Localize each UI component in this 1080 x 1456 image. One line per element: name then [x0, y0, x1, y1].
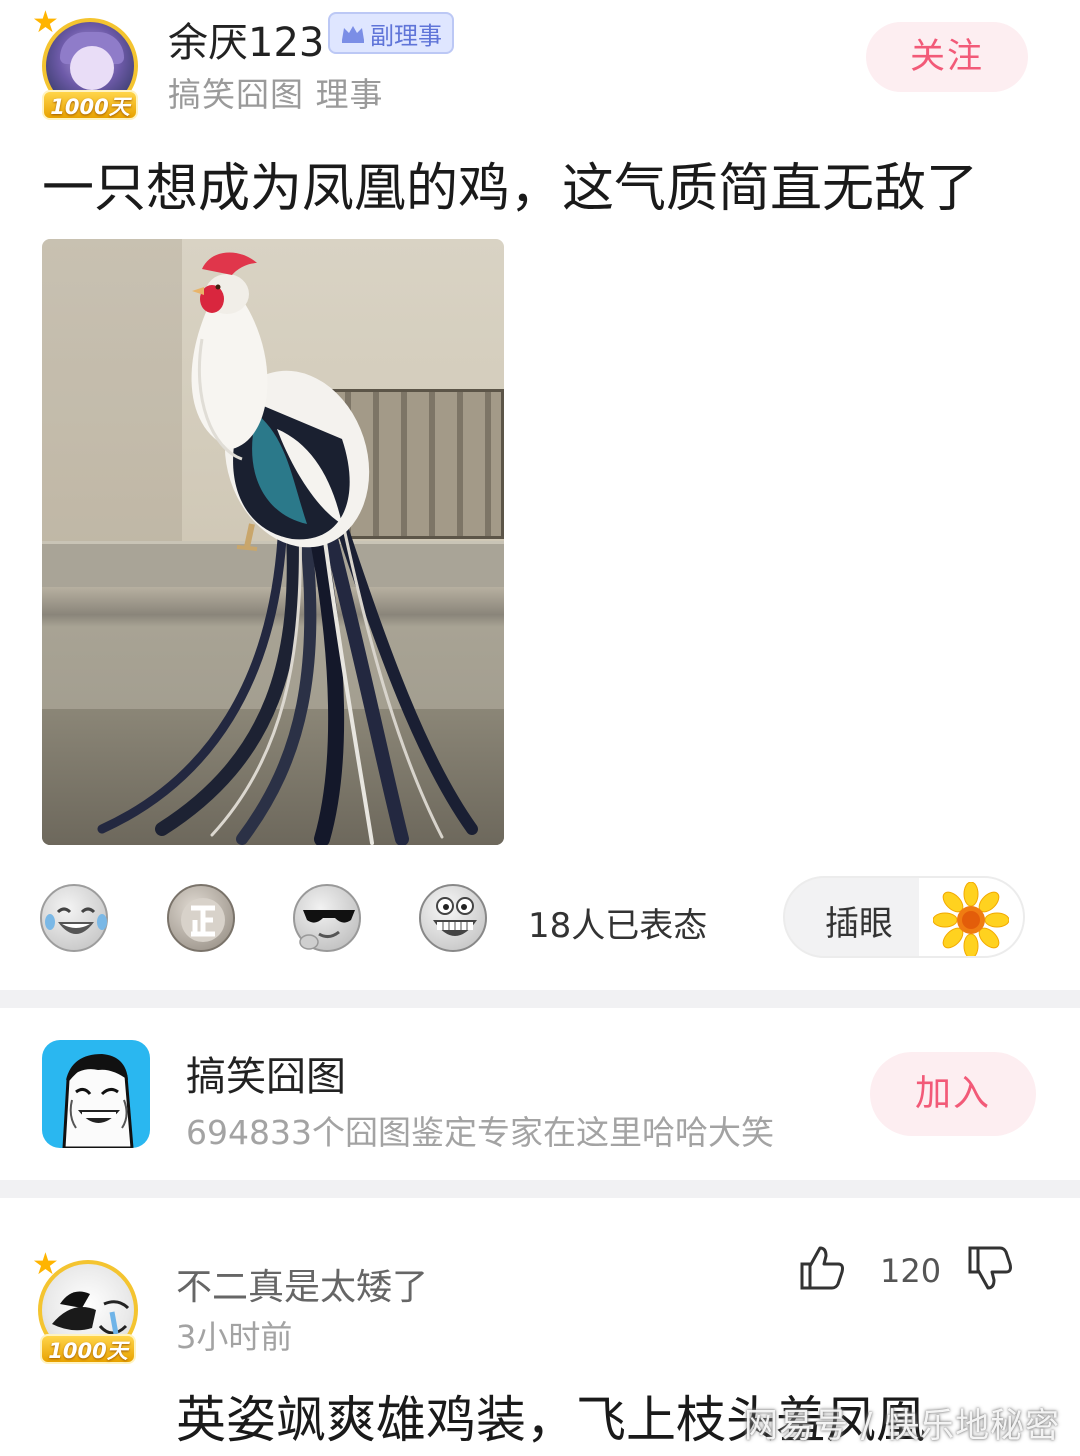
reaction-count[interactable]: 18人已表态 — [528, 898, 707, 947]
post-image[interactable] — [42, 239, 504, 845]
role-badge: 副理事 — [328, 12, 454, 54]
thumbs-up-icon[interactable] — [798, 1244, 846, 1292]
watermark: 网易号 / 快乐地秘密 — [744, 1406, 1061, 1446]
laughing-tears-emoji-icon[interactable] — [40, 884, 108, 952]
crown-icon — [342, 26, 364, 43]
post-header: ★ 1000天 余厌123 副理事 搞笑囧图 理事 关注 — [0, 0, 1080, 130]
group-logo[interactable] — [42, 1040, 150, 1148]
star-icon: ★ — [32, 5, 59, 40]
author-group-line: 搞笑囧图 理事 — [168, 75, 384, 114]
post-title: 一只想成为凤凰的鸡，这气质简直无敌了 — [42, 159, 979, 219]
sunflower-icon — [933, 882, 1009, 956]
author-avatar[interactable]: ★ 1000天 — [32, 8, 144, 122]
commenter-avatar[interactable]: ★ 1000天 — [32, 1250, 142, 1366]
group-name[interactable]: 搞笑囧图 — [186, 1044, 346, 1102]
big-grin-emoji-icon[interactable] — [419, 884, 487, 952]
laughing-face-icon — [62, 1054, 134, 1148]
like-count: 120 — [880, 1252, 942, 1290]
cool-sunglasses-emoji-icon[interactable] — [293, 884, 361, 952]
follow-button[interactable]: 关注 — [866, 22, 1028, 92]
zheng-emoji-icon[interactable] — [167, 884, 235, 952]
group-description: 694833个囧图鉴定专家在这里哈哈大笑 — [186, 1113, 774, 1152]
commenter-username[interactable]: 不二真是太矮了 — [176, 1258, 428, 1310]
comment-timestamp: 3小时前 — [176, 1318, 293, 1356]
poke-label: 插眼 — [825, 904, 893, 944]
section-divider — [0, 990, 1080, 1008]
join-group-button[interactable]: 加入 — [870, 1052, 1036, 1136]
reactions-row: 18人已表态 插眼 — [0, 870, 1080, 970]
thumbs-down-icon[interactable] — [966, 1244, 1014, 1292]
days-badge: 1000天 — [42, 90, 138, 120]
rooster-illustration — [97, 252, 478, 845]
author-username[interactable]: 余厌123 — [168, 10, 324, 68]
group-card[interactable]: 搞笑囧图 694833个囧图鉴定专家在这里哈哈大笑 加入 — [0, 1008, 1080, 1180]
poke-button[interactable]: 插眼 — [783, 876, 1025, 958]
star-icon: ★ — [32, 1247, 59, 1282]
role-label: 副理事 — [370, 21, 442, 50]
days-badge: 1000天 — [40, 1334, 136, 1364]
